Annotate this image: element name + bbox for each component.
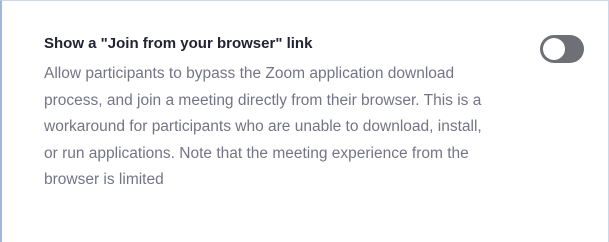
toggle-knob bbox=[543, 38, 565, 60]
join-from-browser-toggle[interactable] bbox=[540, 35, 584, 63]
settings-panel: Show a "Join from your browser" link All… bbox=[0, 0, 609, 242]
setting-description: Allow participants to bypass the Zoom ap… bbox=[44, 65, 482, 188]
setting-title: Show a "Join from your browser" link bbox=[44, 35, 313, 52]
setting-row-join-from-browser: Show a "Join from your browser" link All… bbox=[44, 33, 584, 194]
